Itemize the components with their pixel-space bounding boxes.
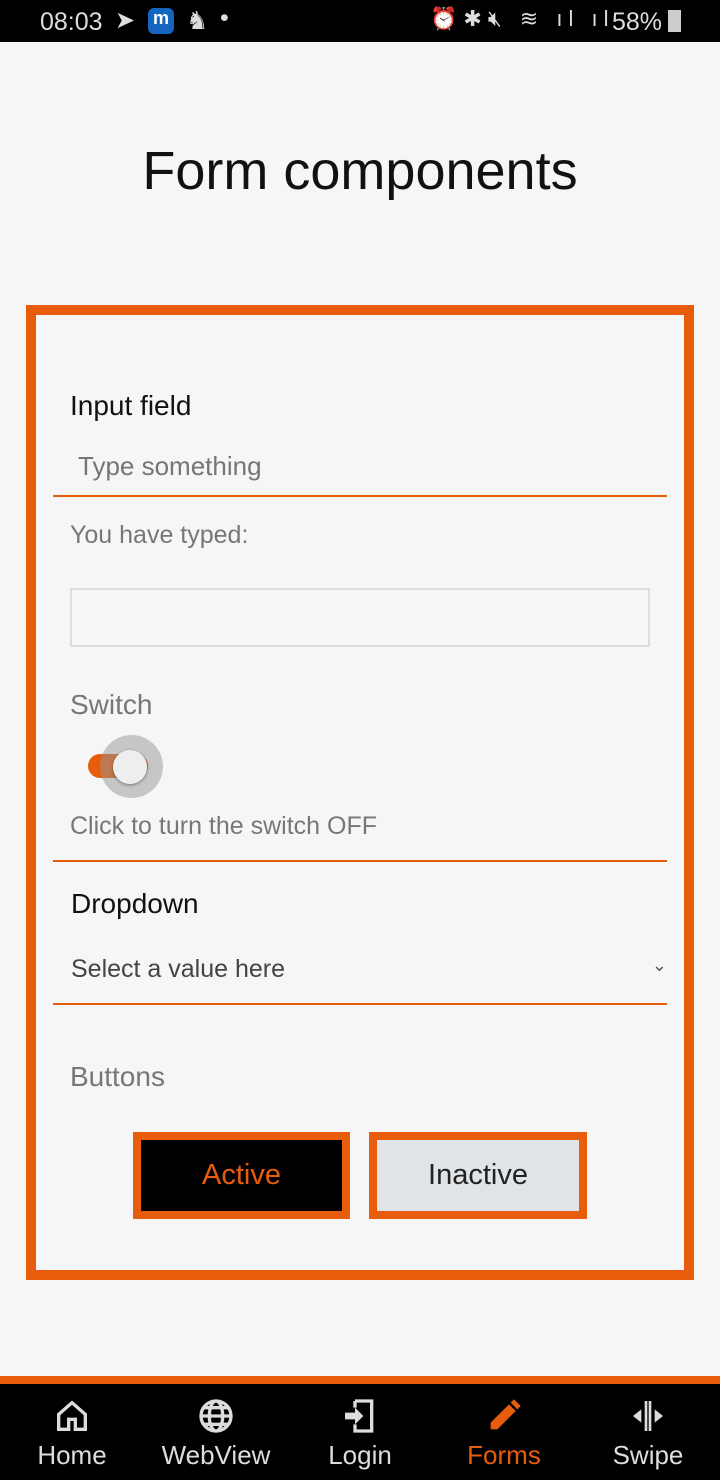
- buttons-label: Buttons: [70, 1061, 165, 1092]
- nav-label: Home: [37, 1440, 107, 1470]
- nav-label: Swipe: [612, 1440, 684, 1470]
- login-icon: [345, 1399, 374, 1433]
- nav-label: Forms: [467, 1440, 541, 1470]
- status-bar: 08:03 ➤ m ♞ • ⏰✱🔇︎ ≋ ıl ıl 58%: [0, 0, 720, 42]
- dropdown-value: Select a value here: [71, 955, 286, 983]
- nav-home[interactable]: Home: [0, 1384, 144, 1480]
- chevron-down-icon: ⌄: [651, 955, 667, 975]
- switch-hint: Click to turn the switch OFF: [70, 812, 378, 840]
- nav-swipe[interactable]: Swipe: [576, 1384, 720, 1480]
- active-button[interactable]: Active: [133, 1132, 350, 1219]
- dropdown-underline: [53, 1003, 667, 1005]
- system-icons: ⏰✱🔇︎ ≋ ıl ıl: [430, 6, 615, 31]
- input-field-label: Input field: [70, 390, 192, 421]
- battery-percent: 58%: [612, 8, 663, 36]
- status-time: 08:03: [40, 8, 103, 36]
- page-title: Form components: [142, 141, 578, 201]
- input-underline: [53, 495, 667, 497]
- home-icon: [57, 1400, 87, 1431]
- text-input[interactable]: [53, 438, 667, 494]
- nav-webview[interactable]: WebView: [144, 1384, 288, 1480]
- switch-label: Switch: [70, 689, 153, 720]
- dot-icon: •: [220, 4, 229, 32]
- app-notification-icon: m: [148, 8, 174, 34]
- notification-icon: ♞: [186, 7, 209, 35]
- nav-forms[interactable]: Forms: [432, 1384, 576, 1480]
- nav-label: WebView: [161, 1440, 271, 1470]
- dropdown-label: Dropdown: [71, 888, 199, 919]
- typed-output: [70, 588, 650, 647]
- divider: [53, 860, 667, 862]
- telegram-icon: ➤: [115, 7, 136, 34]
- nav-login[interactable]: Login: [288, 1384, 432, 1480]
- nav-label: Login: [328, 1440, 392, 1470]
- battery-icon: [668, 10, 681, 32]
- switch-thumb[interactable]: [113, 750, 147, 784]
- bottom-nav: Home WebView Login Forms Swipe: [0, 1376, 720, 1480]
- dropdown-select[interactable]: Select a value here ⌄: [53, 945, 667, 1003]
- typed-label: You have typed:: [70, 521, 249, 549]
- inactive-button[interactable]: Inactive: [369, 1132, 587, 1219]
- swipe-icon: [633, 1401, 663, 1431]
- pencil-icon: [490, 1399, 521, 1430]
- globe-icon: [199, 1399, 233, 1433]
